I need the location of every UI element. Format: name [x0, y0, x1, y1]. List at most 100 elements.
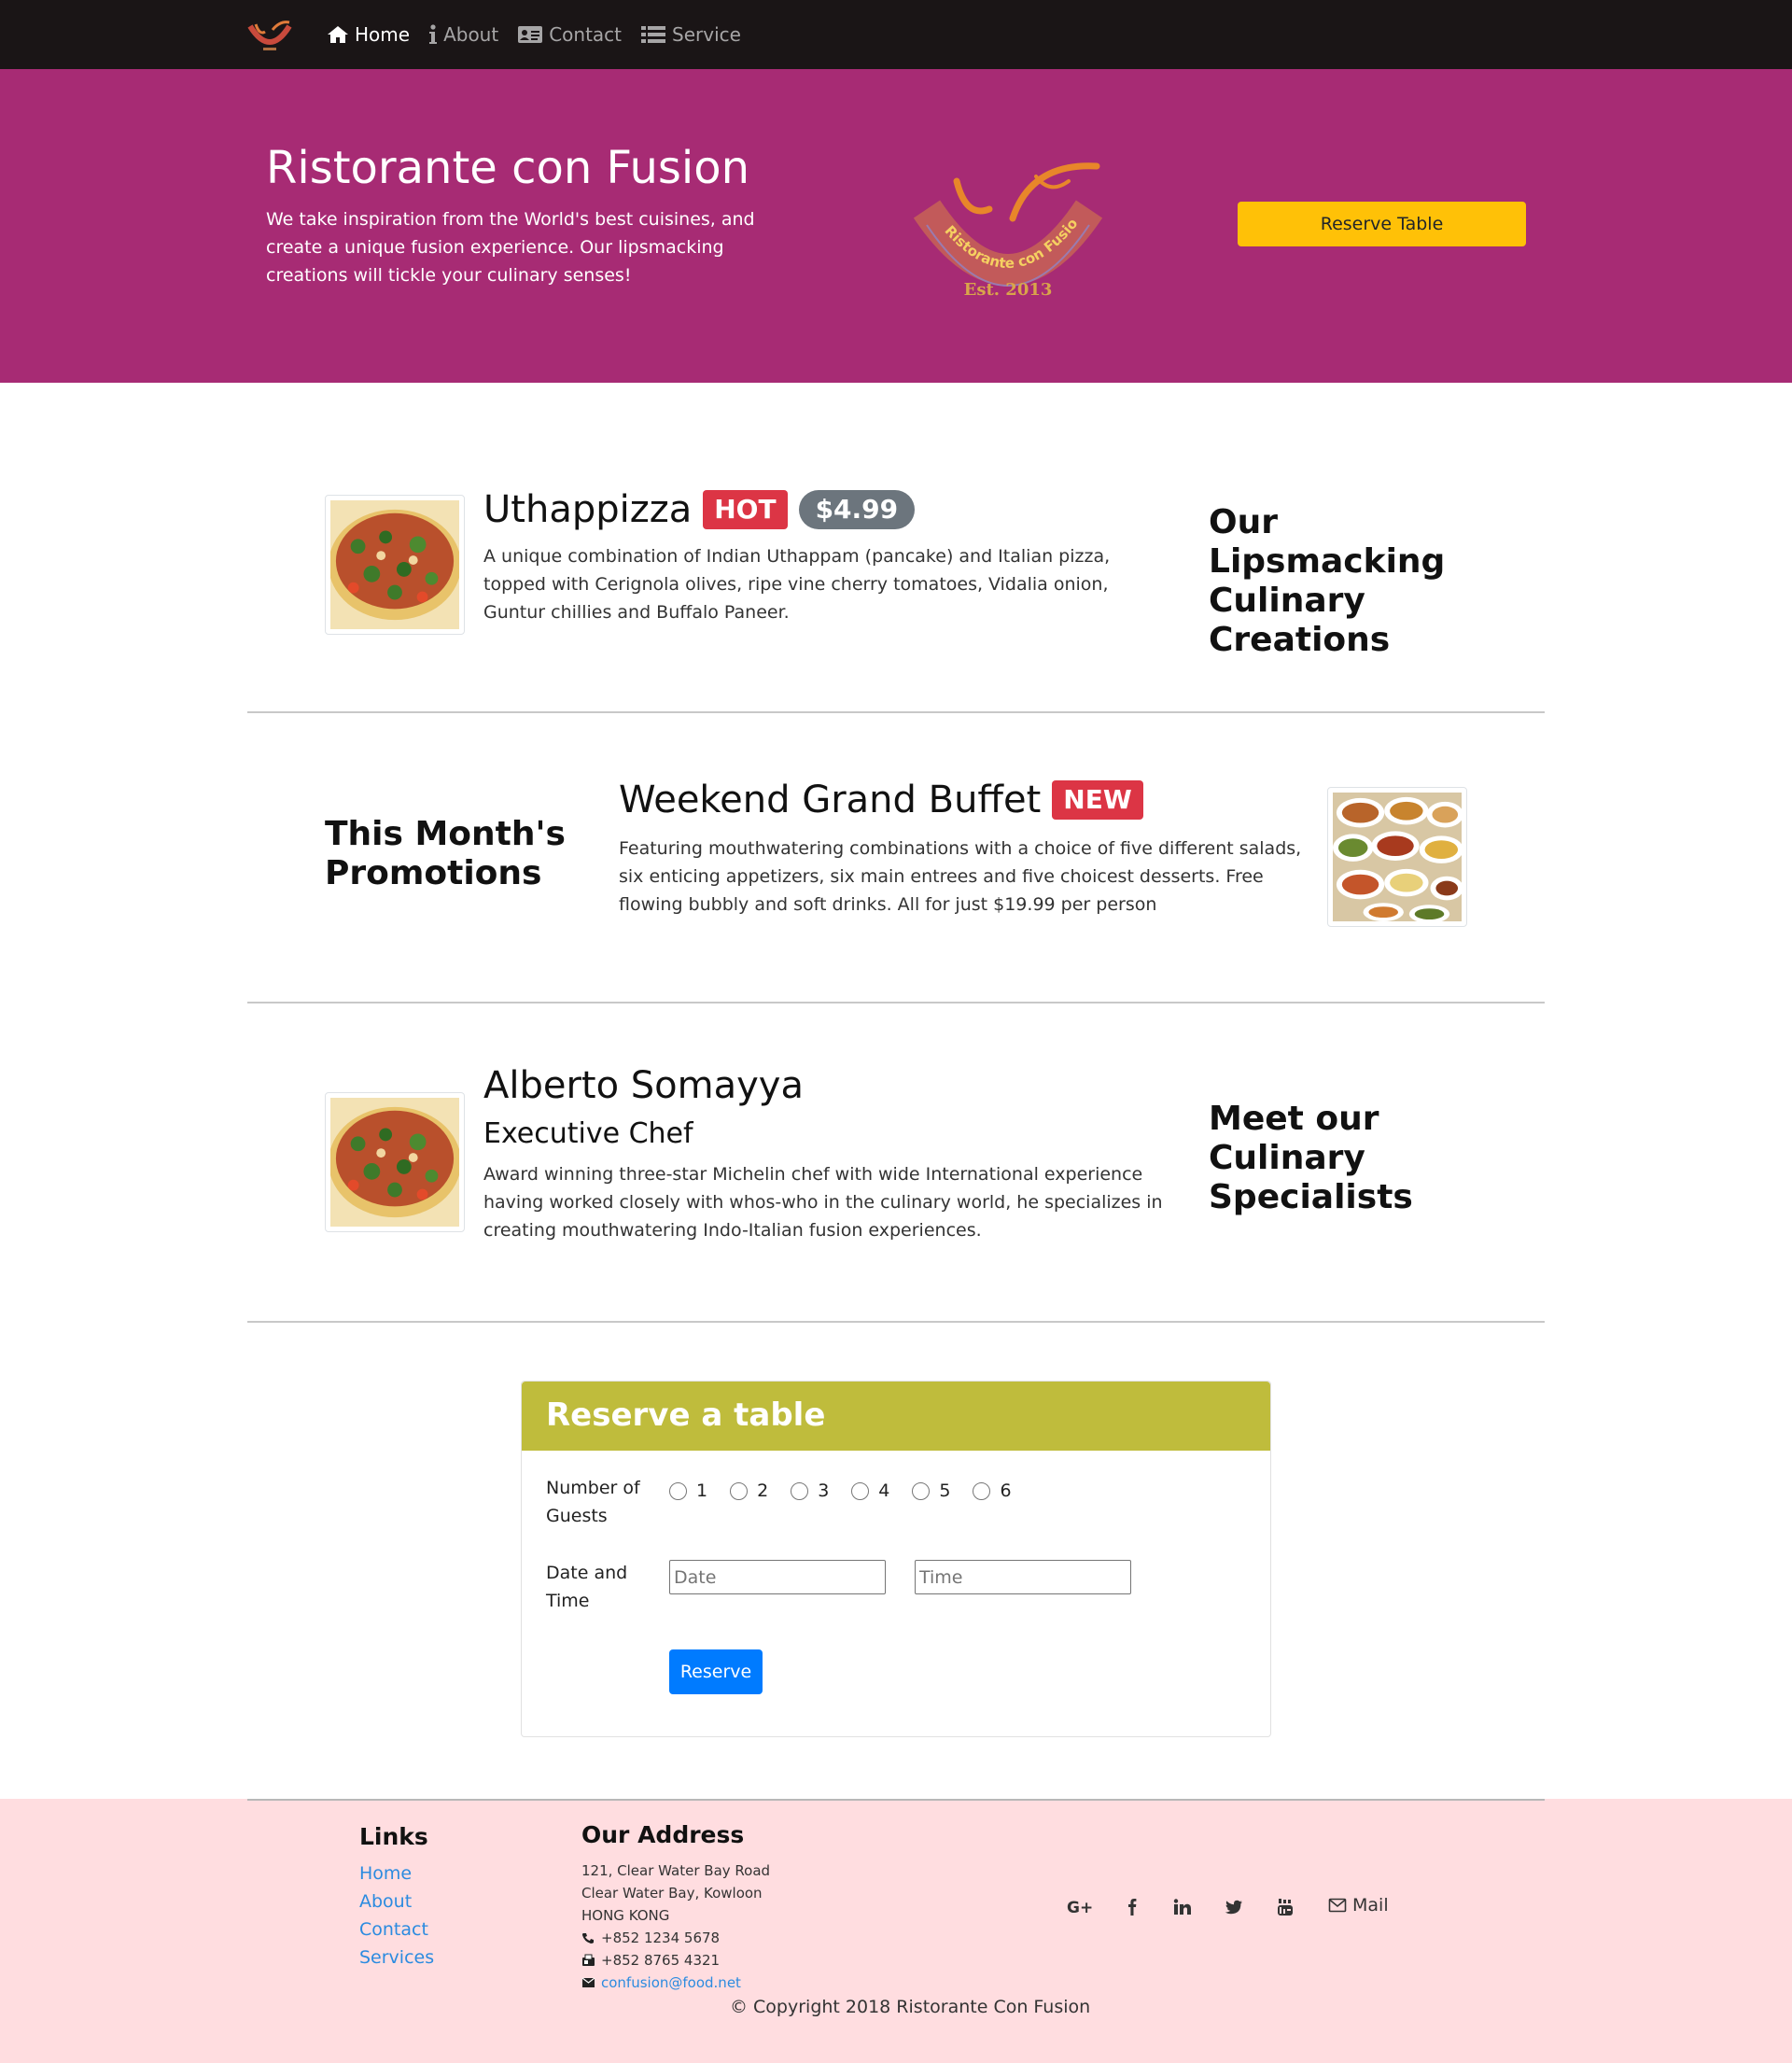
fax-icon	[582, 1954, 595, 1966]
chef-image	[330, 1098, 459, 1227]
radio-button[interactable]	[851, 1481, 870, 1500]
brand-logo[interactable]	[246, 17, 293, 54]
reservation-title: Reserve a table	[546, 1396, 826, 1434]
address-line-1: 121, Clear Water Bay Road	[581, 1862, 771, 1879]
dish-title: Uthappizza	[483, 488, 693, 531]
guest-option-5[interactable]: 5	[912, 1481, 950, 1501]
radio-button[interactable]	[730, 1481, 749, 1500]
email-link[interactable]: confusion@food.net	[601, 1974, 741, 1991]
promotion-title-row: Weekend Grand Buffet NEW	[619, 779, 1143, 821]
fax-line: +852 8765 4321	[581, 1952, 720, 1969]
leader-thumbnail	[325, 1092, 465, 1232]
copyright: © Copyright 2018 Ristorante Con Fusion	[730, 1997, 1091, 2017]
nav-service[interactable]: Service	[640, 23, 741, 46]
leader-description: Award winning three-star Michelin chef w…	[483, 1164, 1163, 1241]
nav-about[interactable]: About	[428, 23, 498, 46]
address-line-2: Clear Water Bay, Kowloon	[581, 1885, 763, 1902]
guests-label: Number of Guests	[546, 1478, 640, 1526]
footer-links-heading: Links	[359, 1823, 428, 1850]
price-badge: $4.99	[798, 490, 916, 529]
phone-icon	[582, 1932, 594, 1944]
info-icon	[429, 24, 438, 44]
dish-description: A unique combination of Indian Uthappam …	[483, 546, 1111, 623]
twitter-button[interactable]	[1223, 1892, 1245, 1922]
footer-divider	[247, 1799, 1545, 1801]
new-badge: NEW	[1052, 780, 1143, 820]
radio-button[interactable]	[973, 1481, 991, 1500]
guest-option-6[interactable]: 6	[973, 1481, 1012, 1501]
nav-home[interactable]: Home	[327, 23, 410, 46]
twitter-icon	[1225, 1900, 1242, 1914]
nav-service-label: Service	[672, 23, 741, 46]
phone-line: +852 1234 5678	[581, 1930, 720, 1946]
footer-address-heading: Our Address	[581, 1821, 745, 1848]
promotion-description: Featuring mouthwatering combinations wit…	[619, 838, 1302, 915]
google-plus-button[interactable]: G+	[1067, 1892, 1093, 1922]
reservation-card: Reserve a table Number of Guests 1 2 3 4…	[521, 1381, 1271, 1737]
hot-badge: HOT	[703, 490, 788, 529]
phone-number: +852 1234 5678	[601, 1930, 721, 1946]
nav-about-label: About	[443, 23, 499, 46]
facebook-button[interactable]	[1121, 1892, 1143, 1922]
leader-name-row: Alberto Somayya	[483, 1064, 804, 1107]
promotion-section-heading: This Month's Promotions	[325, 815, 566, 892]
leader-designation: Executive Chef	[483, 1117, 693, 1150]
guest-option-1[interactable]: 1	[669, 1481, 707, 1501]
linkedin-icon	[1173, 1899, 1191, 1915]
radio-button[interactable]	[791, 1481, 809, 1500]
footer-link-home[interactable]: Home	[359, 1863, 412, 1884]
navbar: Home About Contact Service	[0, 0, 1792, 69]
page-title: Ristorante con Fusion	[266, 142, 750, 194]
guest-option-label: 6	[1000, 1481, 1012, 1501]
envelope-outline-icon	[1328, 1898, 1347, 1913]
youtube-button[interactable]	[1274, 1892, 1296, 1922]
reserve-table-button[interactable]: Reserve Table	[1238, 202, 1526, 246]
leader-section-heading: Meet our Culinary Specialists	[1209, 1100, 1413, 1216]
guest-option-4[interactable]: 4	[851, 1481, 889, 1501]
dish-title-row: Uthappizza HOT $4.99	[483, 488, 916, 531]
nav-contact[interactable]: Contact	[517, 23, 622, 46]
dish-thumbnail	[325, 495, 465, 635]
reservation-card-header: Reserve a table	[522, 1382, 1270, 1451]
guest-option-3[interactable]: 3	[791, 1481, 829, 1501]
guest-option-label: 2	[757, 1481, 769, 1501]
section-divider	[247, 711, 1545, 713]
jumbotron: Ristorante con Fusion We take inspiratio…	[0, 69, 1792, 383]
dish-section-heading: Our Lipsmacking Culinary Creations	[1209, 503, 1446, 659]
mail-button[interactable]: Mail	[1328, 1895, 1389, 1916]
pizza-image	[330, 500, 459, 629]
nav-home-label: Home	[355, 23, 411, 46]
section-divider	[247, 1321, 1545, 1323]
footer-link-about[interactable]: About	[359, 1891, 412, 1912]
restaurant-logo: Ristorante con Fusion Est. 2013	[910, 153, 1103, 300]
address-line-3: HONG KONG	[581, 1907, 670, 1924]
reserve-submit-button[interactable]: Reserve	[669, 1649, 763, 1694]
radio-button[interactable]	[669, 1481, 687, 1500]
radio-button[interactable]	[912, 1481, 931, 1500]
mail-label: Mail	[1352, 1895, 1389, 1916]
promotion-thumbnail	[1327, 787, 1467, 927]
fax-number: +852 8765 4321	[601, 1952, 721, 1969]
linkedin-button[interactable]	[1171, 1892, 1194, 1922]
buffet-image	[1333, 793, 1462, 921]
date-input[interactable]	[669, 1560, 886, 1594]
datetime-label: Date and Time	[546, 1563, 628, 1611]
list-icon	[641, 26, 666, 43]
footer-link-contact[interactable]: Contact	[359, 1919, 428, 1940]
facebook-icon	[1128, 1899, 1137, 1916]
jumbotron-text: We take inspiration from the World's bes…	[266, 209, 755, 286]
guest-option-label: 3	[818, 1481, 830, 1501]
footer-link-services[interactable]: Services	[359, 1947, 434, 1968]
time-input[interactable]	[915, 1560, 1131, 1594]
promotion-title: Weekend Grand Buffet	[619, 779, 1042, 821]
nav-contact-label: Contact	[549, 23, 623, 46]
guest-option-2[interactable]: 2	[730, 1481, 768, 1501]
youtube-icon	[1278, 1899, 1293, 1916]
section-divider	[247, 1002, 1545, 1003]
guest-option-label: 1	[696, 1481, 708, 1501]
footer	[0, 1799, 1792, 2063]
address-card-icon	[518, 26, 543, 43]
envelope-icon	[581, 1977, 595, 1987]
guest-option-label: 4	[878, 1481, 890, 1501]
leader-name: Alberto Somayya	[483, 1064, 804, 1107]
